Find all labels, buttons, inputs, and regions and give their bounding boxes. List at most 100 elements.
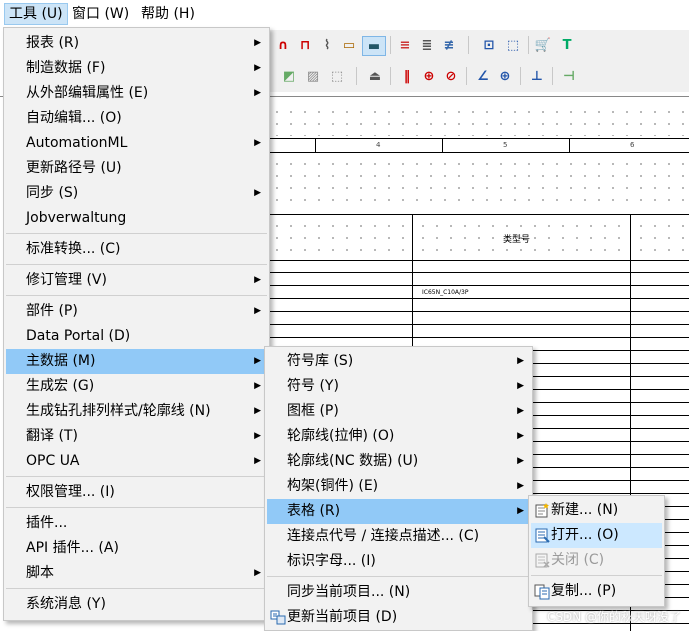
menu-tools[interactable]: 工具 (U) (4, 3, 68, 25)
submenu-arrow-icon: ▶ (254, 356, 261, 366)
menu-item-outline-extrusion[interactable]: 轮廓线(拉伸) (O) ▶ (267, 424, 530, 449)
menu-item-outline-nc[interactable]: 轮廓线(NC 数据) (U) ▶ (267, 449, 530, 474)
menu-item-label: 生成宏 (G) (26, 378, 95, 394)
master-data-submenu: 符号库 (S) ▶ 符号 (Y) ▶ 图框 (P) ▶ 轮廓线(拉伸) (O) ▶ 轮廓… (264, 346, 533, 631)
menu-item-label: 图框 (P) (287, 403, 339, 419)
fill-icon[interactable]: ▨ (304, 67, 322, 85)
menu-item-parts[interactable]: 部件 (P) ▶ (6, 299, 267, 324)
menu-item-label: 构架(铜件) (E) (287, 478, 379, 494)
menu-item-standard-convert[interactable]: 标准转换... (C) (6, 237, 267, 262)
submenu-arrow-icon: ▶ (254, 431, 261, 441)
submenu-arrow-icon: ▶ (254, 88, 261, 98)
terminal-icon[interactable]: ‖ (398, 67, 416, 85)
point-icon[interactable]: ⊡ (480, 36, 498, 54)
menu-item-generate-macro[interactable]: 生成宏 (G) ▶ (6, 374, 267, 399)
ruler-icon[interactable]: ▬ (362, 36, 386, 56)
menu-help[interactable]: 帮助 (H) (137, 4, 199, 24)
menu-window[interactable]: 窗口 (W) (68, 4, 133, 24)
menu-item-jobverwaltung[interactable]: Jobverwaltung (6, 206, 267, 231)
menu-item-reports[interactable]: 报表 (R) ▶ (6, 31, 267, 56)
table-line (270, 337, 689, 338)
menu-separator (6, 295, 267, 296)
menu-item-sync[interactable]: 同步 (S) ▶ (6, 181, 267, 206)
menu-item-sync-project[interactable]: 同步当前项目... (N) (267, 580, 530, 605)
menu-item-opc-ua[interactable]: OPC UA ▶ (6, 449, 267, 474)
menu-item-rights-management[interactable]: 权限管理... (I) (6, 480, 267, 505)
menu-separator (6, 476, 267, 477)
selection-icon[interactable]: ⬚ (504, 36, 522, 54)
menu-item-manufacturing-data[interactable]: 制造数据 (F) ▶ (6, 56, 267, 81)
menu-separator (267, 576, 530, 577)
text-icon[interactable]: T (558, 36, 576, 54)
submenu-arrow-icon: ▶ (517, 506, 524, 516)
table-line (270, 214, 689, 215)
cross-icon[interactable]: ⊕ (496, 67, 514, 85)
break-icon[interactable]: ⊕ (420, 67, 438, 85)
menu-item-label: 复制... (P) (551, 583, 617, 599)
forms-submenu: 新建... (N) 打开... (O) 关闭 (C) 复制... (P) (528, 495, 665, 607)
menu-item-label: 报表 (R) (26, 35, 80, 51)
menu-item-forms[interactable]: 表格 (R) ▶ (267, 499, 530, 524)
menu-item-revision[interactable]: 修订管理 (V) ▶ (6, 268, 267, 293)
menu-item-system-messages[interactable]: 系统消息 (Y) (6, 592, 267, 617)
menu-item-label: 修订管理 (V) (26, 272, 107, 288)
menu-item-update-path[interactable]: 更新路径号 (U) (6, 156, 267, 181)
tools-menu: 报表 (R) ▶ 制造数据 (F) ▶ 从外部编辑属性 (E) ▶ 自动编辑... (… (3, 27, 270, 621)
lines-red-icon[interactable]: ≡ (396, 36, 414, 54)
watermark: CSDN @你的秋天呀没了 (547, 610, 682, 624)
dot-grid (270, 158, 689, 210)
lines-blue-icon[interactable]: ≢ (440, 36, 458, 54)
menu-item-label: 同步当前项目... (N) (287, 584, 411, 600)
menu-item-label: 同步 (S) (26, 185, 79, 201)
menu-item-drill-pattern[interactable]: 生成钻孔排列样式/轮廓线 (N) ▶ (6, 399, 267, 424)
menu-item-copy-form[interactable]: 复制... (P) (531, 579, 662, 604)
menu-separator (6, 264, 267, 265)
menu-item-translate[interactable]: 翻译 (T) ▶ (6, 424, 267, 449)
menu-item-api-plugins[interactable]: API 插件... (A) (6, 536, 267, 561)
connect-icon[interactable]: ⊓ (296, 36, 314, 54)
lines-gray-icon[interactable]: ≣ (418, 36, 436, 54)
submenu-arrow-icon: ▶ (254, 568, 261, 578)
menu-item-label: 系统消息 (Y) (26, 596, 106, 612)
menu-item-auto-edit[interactable]: 自动编辑... (O) (6, 106, 267, 131)
table-cell-part-number: IC65N_C10A/3P (422, 289, 469, 296)
menu-item-label: 生成钻孔排列样式/轮廓线 (N) (26, 403, 211, 419)
menu-item-symbol[interactable]: 符号 (Y) ▶ (267, 374, 530, 399)
menu-item-scripts[interactable]: 脚本 ▶ (6, 561, 267, 586)
align-icon[interactable]: ⏏ (366, 67, 384, 85)
menu-item-master-data[interactable]: 主数据 (M) ▶ (6, 349, 267, 374)
menu-item-connection-point[interactable]: 连接点代号 / 连接点描述... (C) (267, 524, 530, 549)
menu-item-identifier-letters[interactable]: 标识字母... (I) (267, 549, 530, 574)
menu-item-label: 更新当前项目 (D) (287, 609, 398, 625)
menu-item-automationml[interactable]: AutomationML ▶ (6, 131, 267, 156)
frame-icon[interactable]: ⬚ (328, 67, 346, 85)
menu-item-label: Data Portal (D) (26, 328, 131, 344)
magnet-icon[interactable]: ∩ (274, 36, 292, 54)
menu-item-update-project[interactable]: 更新当前项目 (D) (267, 605, 530, 630)
submenu-arrow-icon: ▶ (254, 38, 261, 48)
menu-item-title-block[interactable]: 图框 (P) ▶ (267, 399, 530, 424)
menu-item-plugins[interactable]: 插件... (6, 511, 267, 536)
menu-item-symbol-library[interactable]: 符号库 (S) ▶ (267, 349, 530, 374)
cart-icon[interactable]: 🛒 (534, 36, 552, 54)
menu-item-new-form[interactable]: 新建... (N) (531, 498, 662, 523)
toolbar-row-1: ∩ ⊓ ⌇ ▭ ▬ ≡ ≣ ≢ ⊡ ⬚ 🛒 T (268, 30, 689, 60)
menu-item-data-portal[interactable]: Data Portal (D) (6, 324, 267, 349)
menu-item-label: 权限管理... (I) (26, 484, 115, 500)
menu-item-label: AutomationML (26, 135, 128, 151)
menu-item-close-form[interactable]: 关闭 (C) (531, 548, 662, 573)
wire-icon[interactable]: ⌇ (318, 36, 336, 54)
close-form-icon (535, 553, 550, 568)
menu-item-busbar[interactable]: 构架(铜件) (E) ▶ (267, 474, 530, 499)
hatch-icon[interactable]: ◩ (280, 67, 298, 85)
new-form-icon (535, 503, 549, 518)
menu-item-open-form[interactable]: 打开... (O) (531, 523, 662, 548)
menu-item-external-edit[interactable]: 从外部编辑属性 (E) ▶ (6, 81, 267, 106)
toolbar-separator (520, 67, 521, 85)
cut-icon[interactable]: ⊘ (442, 67, 460, 85)
angle-icon[interactable]: ∠ (474, 67, 492, 85)
label-icon[interactable]: ▭ (340, 36, 358, 54)
jumper-icon[interactable]: ⊣ (560, 67, 578, 85)
tee-icon[interactable]: ⊥ (528, 67, 546, 85)
menu-item-label: 关闭 (C) (551, 552, 605, 568)
